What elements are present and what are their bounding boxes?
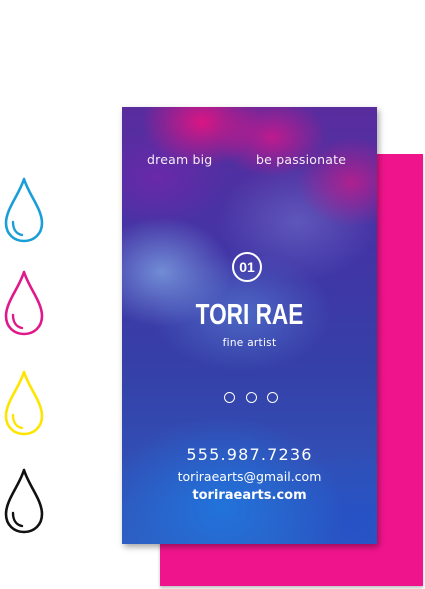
circle-dot-icon [245, 392, 257, 403]
website-url: toriraearts.com [192, 488, 307, 503]
tagline-dream-big: dream big [147, 152, 213, 167]
cyan-ink-drop-icon [2, 175, 46, 245]
business-card-front: dream big be passionate 01 TORI RAE fine… [122, 107, 377, 544]
circle-dot-icon [267, 392, 278, 403]
yellow-ink-drop-icon [2, 368, 46, 438]
artist-name: TORI RAE [195, 299, 304, 331]
email-address: toriraearts@gmail.com [177, 469, 322, 484]
circle-dot-icon [224, 392, 235, 403]
badge-number: 01 [239, 259, 255, 275]
artist-title: fine artist [222, 337, 277, 349]
black-ink-drop-icon [2, 466, 46, 536]
number-badge: 01 [232, 252, 262, 282]
magenta-ink-drop-icon [2, 268, 46, 338]
decorative-dots [224, 392, 278, 404]
phone-number: 555.987.7236 [186, 445, 313, 464]
tagline-be-passionate: be passionate [256, 152, 347, 167]
